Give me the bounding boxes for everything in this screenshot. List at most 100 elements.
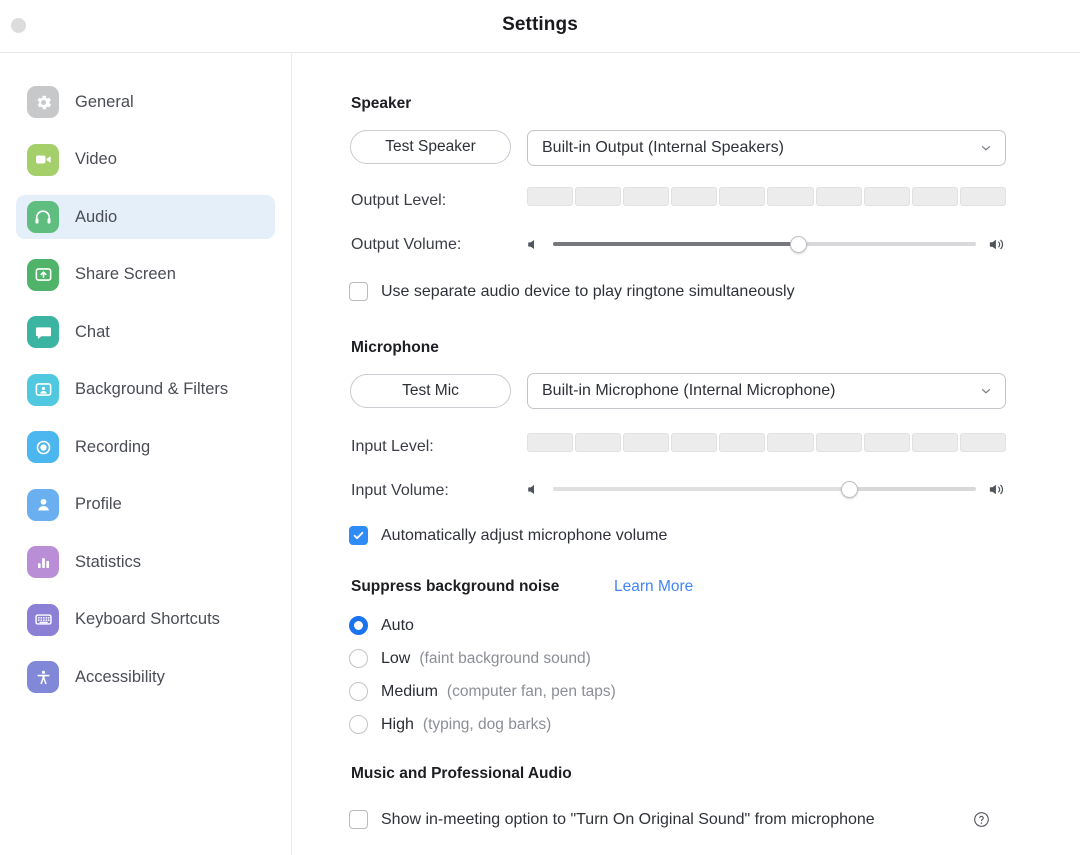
meter-segment <box>575 187 621 206</box>
output-volume-track[interactable] <box>553 242 976 246</box>
sidebar-item-label: Share Screen <box>75 265 176 284</box>
input-level-label: Input Level: <box>351 438 434 456</box>
question-mark-circle-icon[interactable] <box>973 811 990 828</box>
learn-more-link[interactable]: Learn More <box>614 578 693 596</box>
microphone-section-heading: Microphone <box>351 339 439 357</box>
noise-option-low[interactable]: Low (faint background sound) <box>349 649 591 668</box>
meter-segment <box>767 187 813 206</box>
noise-option-hint: (typing, dog barks) <box>423 716 551 734</box>
meter-segment <box>864 433 910 452</box>
person-icon <box>27 489 59 521</box>
speaker-device-value: Built-in Output (Internal Speakers) <box>542 139 979 157</box>
audio-settings-panel: Speaker Test Speaker Built-in Output (In… <box>293 54 1080 855</box>
suppress-noise-heading: Suppress background noise <box>351 578 559 596</box>
output-volume-slider[interactable] <box>527 234 1006 254</box>
radio-high[interactable] <box>349 715 368 734</box>
sidebar-item-statistics[interactable]: Statistics <box>16 540 275 584</box>
meter-segment <box>527 187 573 206</box>
input-volume-fill <box>553 487 849 491</box>
meter-segment <box>912 433 958 452</box>
noise-option-hint: (computer fan, pen taps) <box>447 683 616 701</box>
noise-option-hint: (faint background sound) <box>419 650 590 668</box>
meter-segment <box>719 433 765 452</box>
speaker-device-select[interactable]: Built-in Output (Internal Speakers) <box>527 130 1006 166</box>
sidebar-item-recording[interactable]: Recording <box>16 425 275 469</box>
auto-adjust-mic-checkbox-row[interactable]: Automatically adjust microphone volume <box>349 526 667 545</box>
sidebar-item-label: Accessibility <box>75 668 165 687</box>
noise-option-label: Low <box>381 650 410 668</box>
sidebar-item-label: Recording <box>75 438 150 457</box>
sidebar-item-chat[interactable]: Chat <box>16 310 275 354</box>
sidebar-item-background-filters[interactable]: Background & Filters <box>16 368 275 412</box>
output-volume-fill <box>553 242 798 246</box>
output-level-meter <box>527 187 1006 206</box>
gear-icon <box>27 86 59 118</box>
microphone-device-value: Built-in Microphone (Internal Microphone… <box>542 382 979 400</box>
meter-segment <box>767 433 813 452</box>
radio-auto[interactable] <box>349 616 368 635</box>
input-volume-label: Input Volume: <box>351 482 449 500</box>
sidebar-item-general[interactable]: General <box>16 80 275 124</box>
ringtone-device-checkbox-row[interactable]: Use separate audio device to play ringto… <box>349 282 795 301</box>
output-volume-label: Output Volume: <box>351 236 461 254</box>
radio-medium[interactable] <box>349 682 368 701</box>
sidebar: General Video Audio Share Screen Chat <box>0 54 292 855</box>
chat-bubble-icon <box>27 316 59 348</box>
sidebar-item-label: Chat <box>75 323 110 342</box>
sidebar-item-label: Audio <box>75 208 117 227</box>
settings-window: Settings General Video Audio Share <box>0 0 1080 855</box>
sidebar-item-label: Statistics <box>75 553 141 572</box>
meter-segment <box>671 433 717 452</box>
input-volume-slider[interactable] <box>527 479 1006 499</box>
meter-segment <box>671 187 717 206</box>
chevron-down-icon <box>979 141 993 155</box>
meter-segment <box>912 187 958 206</box>
original-sound-checkbox-row[interactable]: Show in-meeting option to "Turn On Origi… <box>349 810 875 829</box>
title-bar: Settings <box>0 0 1080 53</box>
noise-option-auto[interactable]: Auto <box>349 616 423 635</box>
sidebar-item-video[interactable]: Video <box>16 138 275 182</box>
meter-segment <box>864 187 910 206</box>
meter-segment <box>623 433 669 452</box>
noise-option-label: Auto <box>381 617 414 635</box>
accessibility-icon <box>27 661 59 693</box>
input-volume-thumb[interactable] <box>841 481 858 498</box>
original-sound-label: Show in-meeting option to "Turn On Origi… <box>381 811 875 829</box>
output-volume-thumb[interactable] <box>790 236 807 253</box>
original-sound-checkbox[interactable] <box>349 810 368 829</box>
sidebar-item-share-screen[interactable]: Share Screen <box>16 253 275 297</box>
speaker-section-heading: Speaker <box>351 95 411 113</box>
noise-option-label: Medium <box>381 683 438 701</box>
record-circle-icon <box>27 431 59 463</box>
sidebar-item-label: Keyboard Shortcuts <box>75 610 220 629</box>
auto-adjust-mic-checkbox[interactable] <box>349 526 368 545</box>
input-level-meter <box>527 433 1006 452</box>
keyboard-icon <box>27 604 59 636</box>
sidebar-item-label: Video <box>75 150 117 169</box>
page-title: Settings <box>0 14 1080 36</box>
sidebar-item-accessibility[interactable]: Accessibility <box>16 655 275 699</box>
output-level-label: Output Level: <box>351 192 446 210</box>
sidebar-item-profile[interactable]: Profile <box>16 483 275 527</box>
meter-segment <box>575 433 621 452</box>
test-mic-button[interactable]: Test Mic <box>350 374 511 408</box>
microphone-device-select[interactable]: Built-in Microphone (Internal Microphone… <box>527 373 1006 409</box>
radio-low[interactable] <box>349 649 368 668</box>
meter-segment <box>623 187 669 206</box>
input-volume-track[interactable] <box>553 487 976 491</box>
speaker-high-icon <box>986 482 1006 497</box>
ringtone-device-checkbox[interactable] <box>349 282 368 301</box>
ringtone-device-label: Use separate audio device to play ringto… <box>381 283 795 301</box>
meter-segment <box>960 433 1006 452</box>
auto-adjust-mic-label: Automatically adjust microphone volume <box>381 527 667 545</box>
sidebar-item-audio[interactable]: Audio <box>16 195 275 239</box>
sidebar-item-label: Background & Filters <box>75 380 228 399</box>
sidebar-item-keyboard-shortcuts[interactable]: Keyboard Shortcuts <box>16 598 275 642</box>
meter-segment <box>527 433 573 452</box>
meter-segment <box>816 433 862 452</box>
noise-option-medium[interactable]: Medium (computer fan, pen taps) <box>349 682 616 701</box>
chevron-down-icon <box>979 384 993 398</box>
noise-option-high[interactable]: High (typing, dog barks) <box>349 715 551 734</box>
test-speaker-button[interactable]: Test Speaker <box>350 130 511 164</box>
meter-segment <box>719 187 765 206</box>
